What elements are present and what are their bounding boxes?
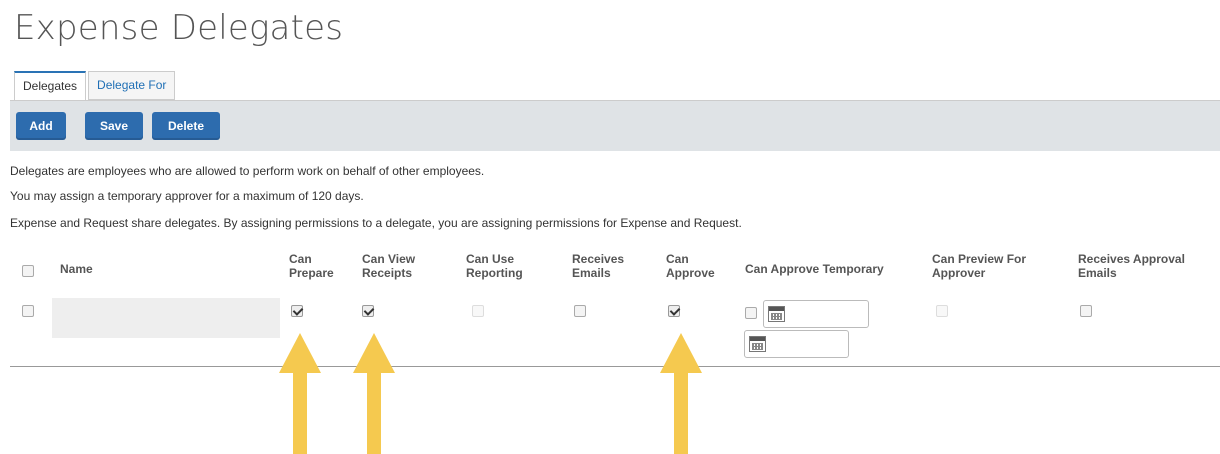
delete-button[interactable]: Delete [152, 112, 220, 140]
select-all-checkbox[interactable] [22, 265, 34, 277]
can-preview-for-approver-checkbox [936, 305, 948, 317]
up-arrow-annotation [660, 333, 702, 454]
calendar-icon[interactable] [768, 306, 785, 322]
column-header-receives-emails: Receives Emails [572, 252, 625, 280]
tab-delegate-for[interactable]: Delegate For [88, 71, 176, 100]
column-header-can-approve: Can Approve [666, 252, 715, 280]
column-header-can-use-reporting: Can Use Reporting [466, 252, 523, 280]
column-header-can-view-receipts: Can View Receipts [362, 252, 416, 280]
can-approve-temporary-checkbox[interactable] [745, 307, 757, 319]
save-button[interactable]: Save [85, 112, 143, 140]
calendar-icon[interactable] [749, 336, 766, 352]
delegate-name-field[interactable] [52, 298, 280, 338]
row-select-checkbox[interactable] [22, 305, 34, 317]
column-header-can-approve-temporary: Can Approve Temporary [745, 262, 884, 276]
can-view-receipts-checkbox[interactable] [362, 305, 374, 317]
column-header-can-prepare: Can Prepare [289, 252, 334, 280]
can-use-reporting-checkbox [472, 305, 484, 317]
info-text: Expense and Request share delegates. By … [10, 216, 742, 230]
receives-emails-checkbox[interactable] [574, 305, 586, 317]
tab-delegates[interactable]: Delegates [14, 71, 87, 102]
page-title: Expense Delegates [14, 8, 344, 48]
column-header-receives-approval-emails: Receives Approval Emails [1078, 252, 1185, 280]
row-divider [10, 366, 1220, 367]
can-approve-checkbox[interactable] [668, 305, 680, 317]
receives-approval-emails-checkbox[interactable] [1080, 305, 1092, 317]
column-header-name: Name [60, 262, 93, 276]
toolbar: Add Save Delete [10, 100, 1220, 151]
add-button[interactable]: Add [16, 112, 66, 140]
up-arrow-annotation [279, 333, 321, 454]
info-text: Delegates are employees who are allowed … [10, 164, 485, 178]
temp-start-date-field[interactable] [763, 300, 869, 328]
column-header-can-preview-for-approver: Can Preview For Approver [932, 252, 1027, 280]
temp-end-date-field[interactable] [744, 330, 849, 358]
up-arrow-annotation [353, 333, 395, 454]
can-prepare-checkbox[interactable] [291, 305, 303, 317]
info-text: You may assign a temporary approver for … [10, 189, 364, 203]
tab-bar: Delegates Delegate For [14, 71, 176, 102]
